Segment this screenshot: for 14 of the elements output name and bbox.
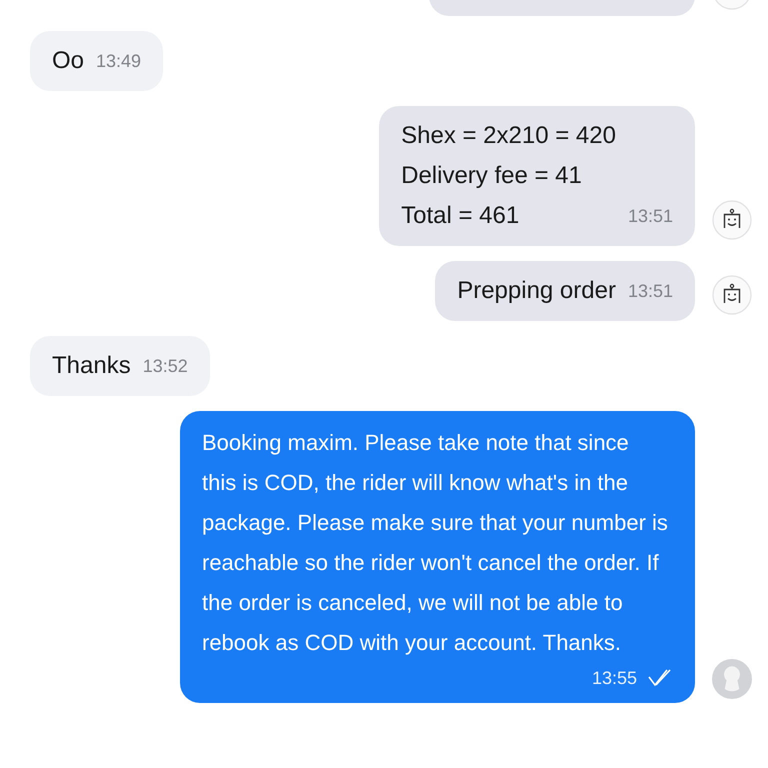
message-text: Delivery fee = 41 xyxy=(401,161,583,191)
robot-icon[interactable] xyxy=(712,200,752,240)
message-text: Shex = 2x210 = 420 xyxy=(401,121,616,151)
message-text: Total = 461 xyxy=(401,201,520,231)
message-time: 13:51 xyxy=(628,206,673,226)
message-text: Thanks xyxy=(52,351,131,381)
message-text: Oo xyxy=(52,46,84,76)
message-time: 13:51 xyxy=(628,280,673,302)
robot-icon[interactable] xyxy=(712,275,752,315)
message-text: Prepping order xyxy=(457,276,616,306)
message-time: 13:52 xyxy=(142,356,188,376)
message-time: 13:49 xyxy=(96,50,142,72)
message-text: Booking maxim. Please take note that since this is COD, the rider will know what's in the package. Please make sure that your number is reachable so the rider won't cancel the order. If the order is canceled, we will not be able to rebook as COD with your account. Thanks. xyxy=(202,429,668,657)
message-time: 13:55 xyxy=(592,668,637,688)
